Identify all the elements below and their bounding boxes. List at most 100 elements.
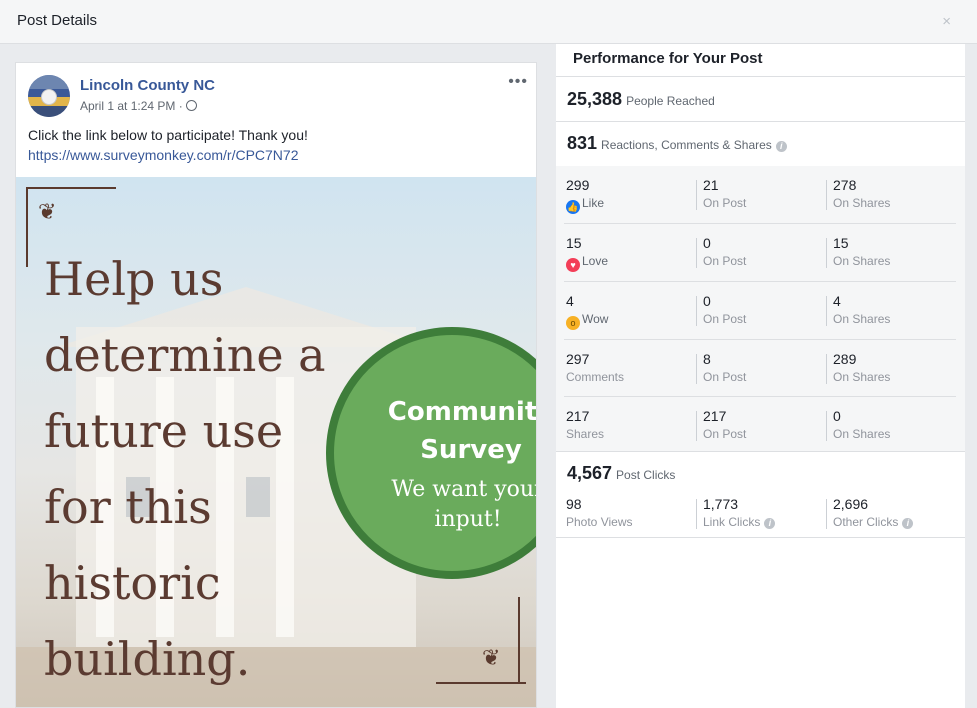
column-divider: [826, 238, 827, 268]
post-image[interactable]: ❦ ❦ Help us determine a future use for t…: [16, 177, 537, 707]
on-post-cell: 21 On Post: [703, 177, 746, 210]
reactions-breakdown: 299 👍 Like 21 On Post 278 On Shares 15 ♥ L…: [556, 166, 965, 451]
post-text: Click the link below to participate! Tha…: [28, 127, 308, 143]
on-shares-cell: 278 On Shares: [833, 177, 890, 210]
other-clicks-label: Other Clicks i: [833, 515, 914, 529]
on-shares-cell: 0 On Shares: [833, 408, 890, 441]
column-divider: [826, 354, 827, 384]
reaction-row-love: 15 ♥ Love 0 On Post 15 On Shares: [556, 224, 965, 281]
divider: [556, 451, 965, 452]
total-cell: 217 Shares: [566, 408, 604, 441]
column-divider: [696, 411, 697, 441]
total-label: Comments: [566, 370, 625, 384]
engagement-value: 831: [567, 133, 598, 153]
badge-title-line: Survey: [420, 435, 522, 465]
info-icon[interactable]: i: [902, 518, 914, 529]
other-clicks-value: 2,696: [833, 496, 869, 512]
on-shares-label: On Shares: [833, 196, 891, 210]
info-icon[interactable]: i: [764, 518, 776, 529]
on-post-cell: 217 On Post: [703, 408, 746, 441]
reaction-row-shares: 217 Shares 217 On Post 0 On Shares: [556, 397, 965, 454]
total-cell: 297 Comments: [566, 351, 624, 384]
frame-line: [26, 187, 116, 189]
photo-views-label: Photo Views: [566, 515, 633, 529]
post-link[interactable]: https://www.surveymonkey.com/r/CPC7N72: [28, 147, 299, 163]
post-timestamp[interactable]: April 1 at 1:24 PM ·: [80, 99, 197, 113]
leaf-icon: ❦: [38, 199, 57, 224]
total-label: 👍 Like: [566, 196, 604, 214]
more-options-icon[interactable]: •••: [508, 73, 528, 91]
badge-title-line: Community: [387, 397, 537, 427]
page-name-link[interactable]: Lincoln County NC: [80, 77, 215, 94]
info-icon[interactable]: i: [775, 141, 787, 152]
on-shares-label: On Shares: [833, 254, 891, 268]
on-shares-cell: 4 On Shares: [833, 293, 890, 326]
column-divider: [696, 354, 697, 384]
image-headline: Help us determine a future use for this …: [44, 241, 374, 697]
total-value: 4: [566, 293, 574, 309]
total-value: 299: [566, 177, 590, 193]
column-divider: [826, 180, 827, 210]
divider: [556, 121, 965, 122]
reaction-row-comments: 297 Comments 8 On Post 289 On Shares: [556, 340, 965, 397]
total-cell: 4 o Wow: [566, 293, 608, 330]
photo-views-cell: 98 Photo Views: [566, 496, 633, 529]
total-value: 217: [566, 408, 590, 424]
on-post-cell: 0 On Post: [703, 235, 746, 268]
leaf-icon: ❦: [482, 645, 501, 670]
on-post-value: 21: [703, 177, 719, 193]
total-label: o Wow: [566, 312, 608, 330]
on-shares-value: 0: [833, 408, 841, 424]
total-cell: 15 ♥ Love: [566, 235, 608, 272]
other-clicks-text: Other Clicks: [833, 515, 899, 529]
total-label: Shares: [566, 427, 605, 441]
total-cell: 299 👍 Like: [566, 177, 604, 214]
post-clicks-value: 4,567: [567, 463, 613, 483]
on-shares-label: On Shares: [833, 312, 891, 326]
reaction-label: Wow: [582, 312, 609, 326]
column-divider: [826, 411, 827, 441]
total-value: 15: [566, 235, 582, 251]
link-clicks-text: Link Clicks: [703, 515, 761, 529]
on-post-label: On Post: [703, 312, 747, 326]
post-clicks: 4,567 Post Clicks: [567, 463, 675, 484]
avatar[interactable]: [28, 75, 70, 117]
photo-views-value: 98: [566, 496, 582, 512]
badge-subtitle: We want your input!: [368, 475, 537, 535]
on-shares-cell: 15 On Shares: [833, 235, 890, 268]
divider: [556, 76, 965, 77]
reaction-row-like: 299 👍 Like 21 On Post 278 On Shares: [556, 166, 965, 223]
on-shares-label: On Shares: [833, 370, 891, 384]
headline-line: future use: [44, 404, 284, 458]
headline-line: for this: [44, 480, 212, 534]
on-post-value: 0: [703, 293, 711, 309]
people-reached-value: 25,388: [567, 89, 623, 109]
close-icon[interactable]: ×: [942, 13, 951, 30]
post-clicks-label: Post Clicks: [616, 468, 676, 482]
divider: [556, 537, 965, 538]
timestamp-text[interactable]: April 1 at 1:24 PM ·: [80, 99, 183, 113]
people-reached-label: People Reached: [626, 94, 715, 108]
globe-icon: [185, 100, 197, 111]
on-post-value: 8: [703, 351, 711, 367]
link-clicks-label: Link Clicks i: [703, 515, 776, 529]
frame-line: [518, 597, 520, 682]
column-divider: [826, 499, 827, 529]
reaction-label: Like: [582, 196, 605, 210]
on-post-value: 0: [703, 235, 711, 251]
column-divider: [696, 180, 697, 210]
engagement: 831 Reactions, Comments & Shares i: [567, 133, 787, 154]
badge-title: Community Survey: [376, 393, 537, 469]
on-post-label: On Post: [703, 427, 747, 441]
on-post-cell: 8 On Post: [703, 351, 746, 384]
headline-line: determine a: [44, 328, 326, 382]
headline-line: building.: [44, 632, 251, 686]
on-shares-cell: 289 On Shares: [833, 351, 890, 384]
on-shares-label: On Shares: [833, 427, 891, 441]
badge-subtitle-line: We want your: [391, 477, 537, 502]
on-post-label: On Post: [703, 370, 747, 384]
dialog-header: Post Details ×: [0, 0, 977, 44]
reaction-row-wow: 4 o Wow 0 On Post 4 On Shares: [556, 282, 965, 339]
performance-title: Performance for Your Post: [573, 50, 763, 67]
total-label: ♥ Love: [566, 254, 608, 272]
